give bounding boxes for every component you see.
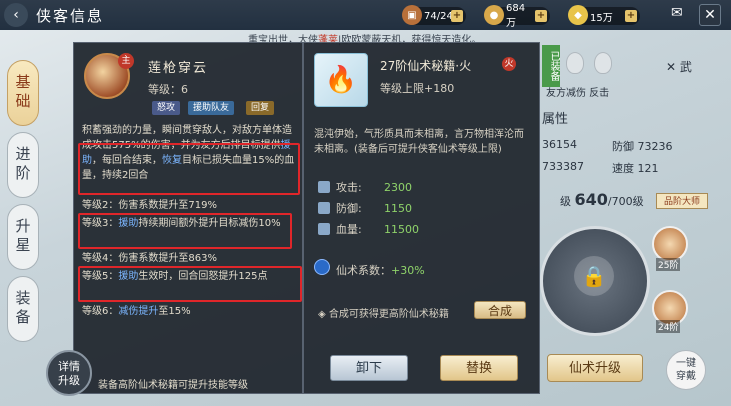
bag-icon [566,52,584,74]
spell-coefficient: 仙术系数：+30% [336,264,425,277]
spell-level: 级 640/700级 [560,190,644,209]
highlight-box [78,143,300,195]
aid-text: 友方减伤 反击 [546,88,610,99]
replace-button[interactable]: 替换 [440,355,518,381]
highlight-box [78,213,292,249]
book-description: 混沌伊始，气形质具而未相离，言万物相浑沦而未相离。(装备后可提升侠客仙术等级上限… [314,129,524,155]
add-button[interactable]: + [625,10,637,22]
book-name: 27阶仙术秘籍·火 [380,59,472,73]
hero-avatar[interactable] [652,226,688,262]
coefficient-icon [314,259,330,275]
skill-footer-hint: 装备高阶仙术秘籍可提升技能等级 [98,380,248,391]
attr-value-3: 733387 [542,160,584,173]
hero-level: 24阶 [656,320,681,333]
coin-icon: ● [484,5,504,25]
book-icon: 🔥 [314,53,368,107]
attr-heading: 属性 [542,112,569,127]
fire-element-icon: 火 [502,57,516,71]
level-6-effect: 等级6：减伤提升至15% [82,306,191,317]
tab-basic[interactable]: 基础 [7,60,39,126]
book-popup: 🔥 27阶仙术秘籍·火 火 等级上限+180 混沌伊始，气形质具而未相离，言万物… [303,42,540,394]
back-arrow-icon[interactable]: ‹ [4,3,28,27]
attack-icon [318,181,330,193]
skill-popup: 主 莲枪穿云 等级：6 怒攻 援助队友 回复 积蓄强劲的力量，瞬间贯穿敌人，对敌… [46,42,303,396]
one-key-equip-button[interactable]: 一键 穿戴 [666,350,706,390]
skill-tag: 援助队友 [188,101,235,115]
close-icon[interactable]: ✕ [699,4,721,26]
lock-icon: 🔒 [574,256,614,296]
unload-button[interactable]: 卸下 [330,355,408,381]
tab-star[interactable]: 升星 [7,204,39,270]
synthesize-hint: ◈ 合成可获得更高阶仙术秘籍 [318,309,449,320]
skill-tag: 回复 [246,101,275,115]
stat-defense: 防御: 1150 [318,200,412,216]
defense-icon [318,202,330,214]
stat-attack: 攻击: 2300 [318,179,412,195]
attr-speed: 速度 121 [612,162,659,175]
skill-tag: 怒攻 [152,101,181,115]
resource-counter-3: ◆ 15万 + [568,5,640,25]
detail-upgrade-button[interactable]: 详情 升级 [46,350,92,396]
mail-icon[interactable]: ✉ [671,5,691,23]
level-4-effect: 等级4：伤害系数提升至863% [82,253,217,264]
skill-level: 等级：6 [148,83,188,96]
synthesize-button[interactable]: 合成 [474,301,526,319]
hp-icon [318,223,330,235]
add-button[interactable]: + [535,10,547,22]
stat-hp: 血量: 11500 [318,221,419,237]
gold-ingot-icon: ◆ [568,5,588,25]
spell-upgrade-button[interactable]: 仙术升级 [547,354,643,382]
master-badge: 品阶大师 [656,193,708,209]
page-title: 侠客信息 [36,7,105,25]
skill-name: 莲枪穿云 [148,61,209,76]
bag-icon [594,52,612,74]
resource-counter-1: ▣ 74/240 + [402,5,466,25]
add-button[interactable]: + [451,10,463,22]
level-2-effect: 等级2：伤害系数提升至719% [82,200,217,211]
highlight-box [78,266,302,302]
chest-icon: ▣ [402,5,422,25]
tab-advance[interactable]: 进阶 [7,132,39,198]
tab-equip[interactable]: 装备 [7,276,39,342]
martial-icon: ✕ 武 [666,60,692,74]
attr-defense: 防御 73236 [612,140,673,153]
top-bar: ‹ 侠客信息 ▣ 74/240 + ● 684万 + ◆ 15万 + ✉ ✕ [0,0,731,30]
hero-level: 25阶 [656,258,681,271]
book-level-cap: 等级上限+180 [380,82,455,95]
resource-counter-2: ● 684万 + [484,3,550,29]
attr-value-1: 36154 [542,138,577,151]
equipped-badge: 已装备 [542,45,560,87]
main-skill-badge: 主 [118,53,134,69]
